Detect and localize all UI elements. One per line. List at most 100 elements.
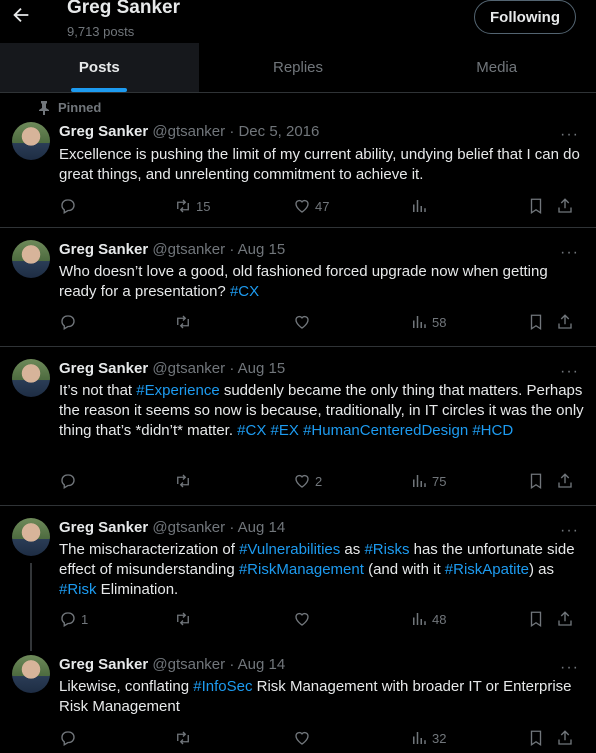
- tweet-meta: Greg Sanker @gtsanker · Aug 14: [59, 519, 285, 536]
- like-button[interactable]: [293, 313, 315, 331]
- like-icon: [295, 315, 309, 329]
- hashtag-link[interactable]: #RiskApatite: [445, 561, 529, 578]
- reply-button[interactable]: [59, 313, 81, 331]
- text-segment: Elimination.: [96, 581, 179, 598]
- avatar[interactable]: [12, 122, 50, 160]
- like-button[interactable]: 2: [293, 472, 322, 490]
- views-button[interactable]: 75: [410, 472, 446, 490]
- retweet-button[interactable]: [174, 313, 196, 331]
- like-button[interactable]: 47: [293, 197, 329, 215]
- avatar[interactable]: [12, 359, 50, 397]
- bookmark-icon: [530, 730, 542, 747]
- back-arrow-icon[interactable]: [10, 4, 32, 26]
- views-button[interactable]: [410, 197, 432, 215]
- avatar[interactable]: [12, 240, 50, 278]
- reply-count: 1: [81, 611, 89, 627]
- hashtag-link[interactable]: #RiskManagement: [239, 561, 364, 578]
- more-icon[interactable]: ···: [560, 660, 579, 676]
- hashtag-link[interactable]: #Experience: [136, 382, 219, 399]
- handle-date[interactable]: @gtsanker · Aug 14: [152, 656, 285, 673]
- share-icon: [558, 730, 572, 745]
- tweet-actions: 58: [59, 313, 584, 337]
- hashtag-link[interactable]: #CX: [230, 283, 259, 300]
- bookmark-icon: [530, 314, 542, 331]
- avatar[interactable]: [12, 518, 50, 556]
- reply-icon: [61, 731, 75, 746]
- like-button[interactable]: [293, 610, 315, 628]
- share-button[interactable]: [556, 610, 574, 628]
- reply-button[interactable]: [59, 729, 81, 747]
- author-name[interactable]: Greg Sanker: [59, 656, 148, 673]
- reply-button[interactable]: [59, 472, 81, 490]
- tweet[interactable]: Greg Sanker @gtsanker · Aug 15 ··· It’s …: [0, 347, 596, 506]
- share-button[interactable]: [556, 197, 574, 215]
- reply-button[interactable]: 1: [59, 610, 88, 628]
- tweet-text: Excellence is pushing the limit of my cu…: [59, 146, 580, 183]
- tweet-text: It’s not that #Experience suddenly becam…: [59, 381, 584, 441]
- share-button[interactable]: [556, 313, 574, 331]
- reply-icon: [61, 199, 75, 214]
- hashtag-link[interactable]: #InfoSec: [193, 678, 252, 695]
- retweet-icon: [177, 199, 189, 213]
- tweet-actions: 15 47: [59, 197, 584, 221]
- views-icon: [413, 200, 426, 212]
- retweet-button[interactable]: 15: [174, 197, 210, 215]
- reply-button[interactable]: [59, 197, 81, 215]
- retweet-button[interactable]: [174, 610, 196, 628]
- views-icon: [413, 475, 426, 487]
- tweet-meta: Greg Sanker @gtsanker · Aug 15: [59, 241, 285, 258]
- bookmark-button[interactable]: [527, 472, 545, 490]
- author-name[interactable]: Greg Sanker: [59, 360, 148, 377]
- tweet[interactable]: Greg Sanker @gtsanker · Aug 14 ··· The m…: [0, 506, 596, 646]
- views-button[interactable]: 32: [410, 729, 446, 747]
- hashtag-link[interactable]: #CX: [237, 422, 266, 439]
- share-icon: [558, 473, 572, 488]
- like-button[interactable]: [293, 729, 315, 747]
- handle-date[interactable]: @gtsanker · Aug 15: [152, 360, 285, 377]
- tab-posts[interactable]: Posts: [0, 43, 199, 92]
- like-count: 2: [315, 473, 323, 489]
- share-button[interactable]: [556, 729, 574, 747]
- tweet[interactable]: Greg Sanker @gtsanker · Aug 15 ··· Who d…: [0, 228, 596, 347]
- handle-date[interactable]: @gtsanker · Aug 14: [152, 519, 285, 536]
- bookmark-button[interactable]: [527, 313, 545, 331]
- tab-replies[interactable]: Replies: [199, 43, 398, 92]
- hashtag-link[interactable]: #HumanCenteredDesign: [303, 422, 468, 439]
- handle-date[interactable]: @gtsanker · Dec 5, 2016: [152, 123, 319, 140]
- avatar[interactable]: [12, 655, 50, 693]
- share-button[interactable]: [556, 472, 574, 490]
- tweet-actions: 32: [59, 729, 584, 753]
- hashtag-link[interactable]: #Risks: [364, 541, 409, 558]
- bookmark-button[interactable]: [527, 729, 545, 747]
- author-name[interactable]: Greg Sanker: [59, 241, 148, 258]
- bookmark-button[interactable]: [527, 610, 545, 628]
- more-icon[interactable]: ···: [560, 523, 579, 539]
- profile-header: Greg Sanker 9,713 posts Following: [0, 0, 596, 44]
- more-icon[interactable]: ···: [560, 127, 579, 143]
- hashtag-link[interactable]: #Vulnerabilities: [239, 541, 340, 558]
- views-button[interactable]: 58: [410, 313, 446, 331]
- share-icon: [558, 314, 572, 329]
- bookmark-button[interactable]: [527, 197, 545, 215]
- retweet-button[interactable]: [174, 729, 196, 747]
- bookmark-icon: [530, 198, 542, 215]
- tweet-text: The mischaracterization of #Vulnerabilit…: [59, 540, 584, 600]
- tweet[interactable]: Greg Sanker @gtsanker · Aug 14 ··· Likew…: [0, 643, 596, 752]
- author-name[interactable]: Greg Sanker: [59, 123, 148, 140]
- tweet-actions: 1 48: [59, 610, 584, 634]
- more-icon[interactable]: ···: [560, 245, 579, 261]
- hashtag-link[interactable]: #EX: [271, 422, 299, 439]
- hashtag-link[interactable]: #HCD: [472, 422, 513, 439]
- following-button[interactable]: Following: [474, 0, 576, 34]
- views-icon: [413, 316, 426, 328]
- author-name[interactable]: Greg Sanker: [59, 519, 148, 536]
- more-icon[interactable]: ···: [560, 364, 579, 380]
- handle-date[interactable]: @gtsanker · Aug 15: [152, 241, 285, 258]
- tweet[interactable]: Greg Sanker @gtsanker · Dec 5, 2016 ··· …: [0, 93, 596, 228]
- retweet-icon: [177, 315, 189, 329]
- tab-media[interactable]: Media: [397, 43, 596, 92]
- tweet-meta: Greg Sanker @gtsanker · Aug 14: [59, 656, 285, 673]
- hashtag-link[interactable]: #Risk: [59, 581, 97, 598]
- views-button[interactable]: 48: [410, 610, 446, 628]
- retweet-button[interactable]: [174, 472, 196, 490]
